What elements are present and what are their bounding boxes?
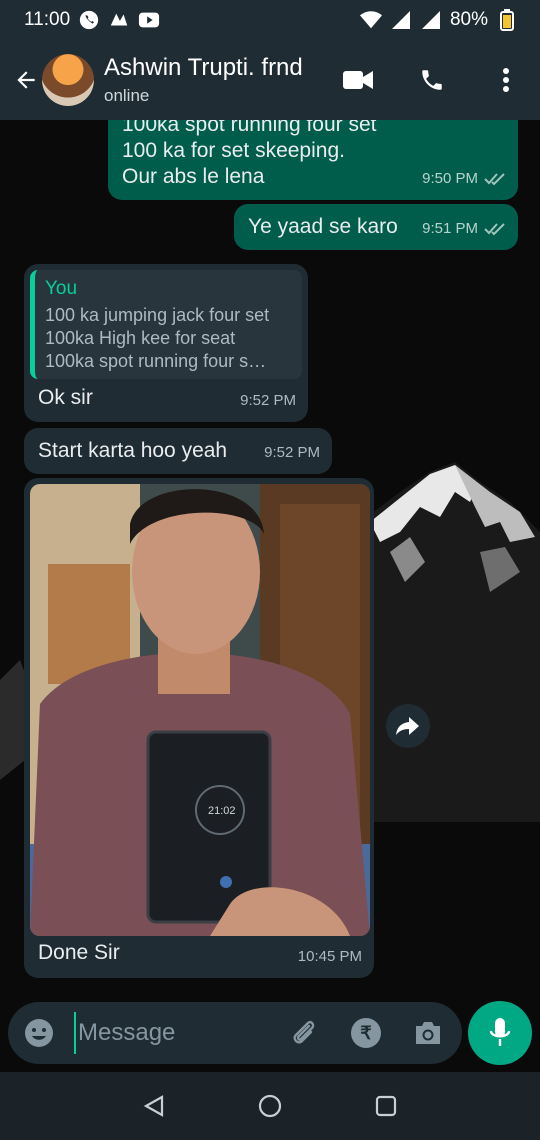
message-bubble-incoming[interactable]: Start karta hoo yeah 9:52 PM xyxy=(24,428,332,474)
message-time: 10:45 PM xyxy=(297,948,362,965)
wifi-icon xyxy=(359,9,382,31)
battery-percentage: 80% xyxy=(449,9,488,30)
tablet-clock-text: 21:02 xyxy=(208,805,236,817)
voice-call-icon[interactable] xyxy=(412,60,452,100)
back-arrow-icon[interactable] xyxy=(6,60,46,100)
message-bubble-outgoing[interactable]: Ye yaad se karo 9:51 PM xyxy=(234,204,518,250)
message-bubble-outgoing[interactable]: 100ka spot running four set 100 ka for s… xyxy=(108,120,518,200)
nav-back-icon[interactable] xyxy=(139,1091,169,1121)
signal-icon xyxy=(420,9,442,31)
photo-attachment[interactable]: 21:02 xyxy=(30,484,370,936)
microphone-icon xyxy=(489,1018,511,1046)
forward-button[interactable] xyxy=(386,704,430,748)
message-time: 9:52 PM xyxy=(264,444,320,461)
avatar[interactable] xyxy=(42,54,94,106)
forward-icon xyxy=(396,717,419,735)
composer-bar: ₹ xyxy=(0,988,540,1072)
nav-recents-icon[interactable] xyxy=(371,1091,401,1121)
messaging-app-icon xyxy=(108,9,130,31)
quote-author: You xyxy=(45,278,78,299)
contact-status: online xyxy=(104,86,150,105)
camera-icon[interactable] xyxy=(410,1015,446,1051)
status-bar: 11:00 80% xyxy=(0,0,540,40)
rupee-payment-icon[interactable]: ₹ xyxy=(348,1015,384,1051)
message-meta: 9:51 PM xyxy=(422,216,506,242)
quote-line: 100 ka jumping jack four set xyxy=(45,305,270,325)
message-bubble-photo[interactable]: 21:02 Done Sir 10:45 PM xyxy=(24,478,374,978)
attach-icon[interactable] xyxy=(286,1015,322,1051)
message-meta: 10:45 PM xyxy=(298,944,362,970)
status-time: 11:00 xyxy=(24,9,71,30)
photo-content: 21:02 xyxy=(30,484,370,936)
chat-area[interactable]: 100ka spot running four set 100 ka for s… xyxy=(0,120,540,988)
contact-info[interactable]: Ashwin Trupti. frnd online xyxy=(104,54,303,106)
battery-icon xyxy=(496,9,518,31)
message-meta: 9:50 PM xyxy=(422,166,506,192)
more-options-icon[interactable] xyxy=(486,60,526,100)
message-time: 9:52 PM xyxy=(240,392,296,409)
photo-caption: Done Sir xyxy=(38,941,120,964)
signal-icon xyxy=(390,9,412,31)
message-meta: 9:52 PM xyxy=(240,388,296,414)
quoted-message[interactable]: You 100 ka jumping jack four set 100ka H… xyxy=(30,270,302,379)
double-check-icon xyxy=(484,173,505,186)
message-bubble-incoming[interactable]: You 100 ka jumping jack four set 100ka H… xyxy=(24,264,308,422)
message-text: Start karta hoo yeah xyxy=(38,439,228,462)
quote-line: 100ka spot running four s… xyxy=(45,351,267,371)
message-line: 100ka spot running four set xyxy=(122,120,377,136)
message-input-container[interactable]: ₹ xyxy=(8,1002,462,1064)
wallpaper-mountain xyxy=(360,462,540,822)
contact-name[interactable]: Ashwin Trupti. frnd xyxy=(104,54,303,82)
message-time: 9:50 PM xyxy=(422,170,478,187)
system-navigation-bar xyxy=(0,1072,540,1140)
youtube-icon xyxy=(138,9,160,31)
emoji-icon[interactable] xyxy=(22,1016,56,1050)
microphone-button[interactable] xyxy=(468,1001,532,1065)
rupee-symbol: ₹ xyxy=(351,1018,381,1048)
message-time: 9:51 PM xyxy=(422,220,478,237)
whatsapp-icon xyxy=(78,9,100,31)
message-meta: 9:52 PM xyxy=(264,440,320,466)
message-input[interactable] xyxy=(74,1012,270,1054)
video-call-icon[interactable] xyxy=(338,60,378,100)
nav-home-icon[interactable] xyxy=(255,1091,285,1121)
double-check-icon xyxy=(484,223,505,236)
message-line: 100 ka for set skeeping. xyxy=(122,139,345,162)
quote-line: 100ka High kee for seat xyxy=(45,328,236,348)
chat-header: Ashwin Trupti. frnd online xyxy=(0,40,540,120)
message-text: Ye yaad se karo xyxy=(248,215,398,238)
